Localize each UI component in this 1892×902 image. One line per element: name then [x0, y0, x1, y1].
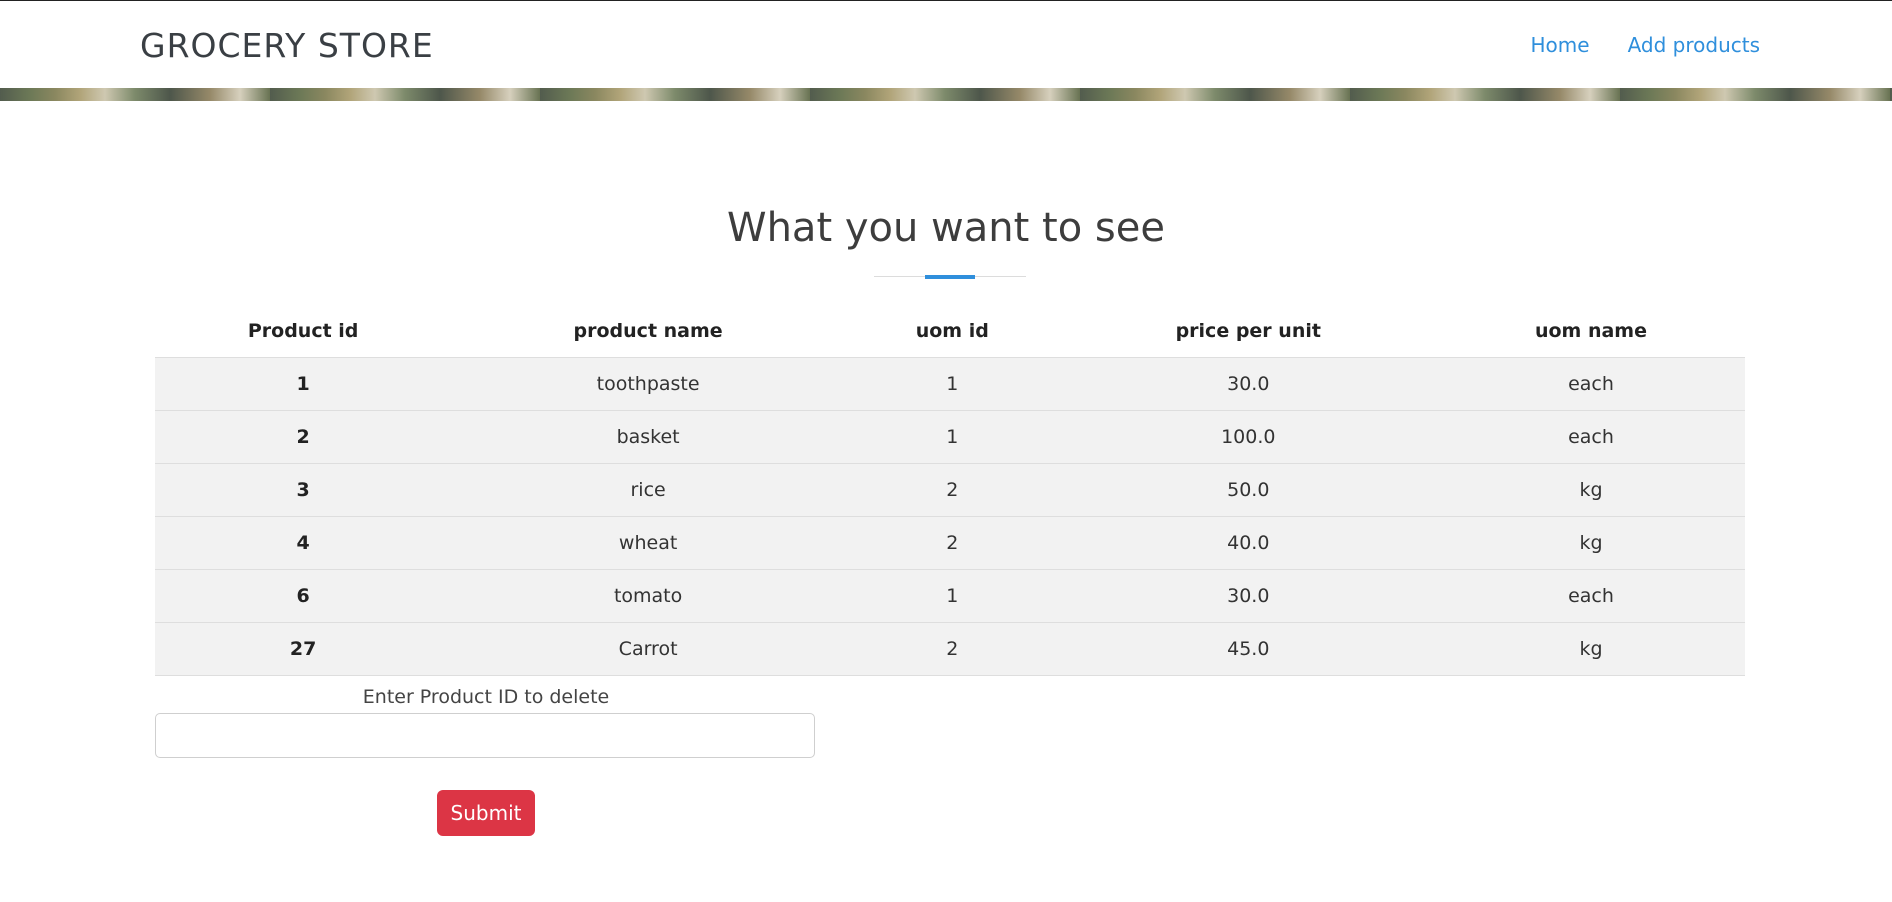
cell-price-per-unit: 45.0	[1059, 622, 1437, 676]
cell-product-name: rice	[451, 463, 845, 517]
cell-product-id: 27	[155, 622, 452, 676]
cell-product-id: 3	[155, 463, 452, 517]
table-row: 1 toothpaste 1 30.0 each	[155, 357, 1745, 411]
table-row: 3 rice 2 50.0 kg	[155, 463, 1745, 517]
cell-product-name: wheat	[451, 516, 845, 570]
delete-product-id-input[interactable]	[155, 713, 815, 758]
cell-uom-name: kg	[1436, 622, 1745, 676]
nav-add-products-link[interactable]: Add products	[1628, 33, 1760, 57]
page-title: What you want to see	[727, 205, 1165, 251]
table-row: 27 Carrot 2 45.0 kg	[155, 622, 1745, 676]
cell-price-per-unit: 30.0	[1059, 569, 1437, 623]
column-header-price-per-unit: price per unit	[1059, 305, 1437, 358]
title-divider-accent	[925, 275, 975, 279]
delete-product-id-label: Enter Product ID to delete	[362, 686, 610, 708]
table-header-row: Product id product name uom id price per…	[155, 305, 1745, 358]
cell-product-name: tomato	[451, 569, 845, 623]
cell-uom-name: kg	[1436, 463, 1745, 517]
cell-product-id: 1	[155, 357, 452, 411]
navbar: GROCERY STORE Home Add products	[0, 1, 1892, 88]
hero-banner-image	[0, 88, 1892, 101]
cell-uom-name: kg	[1436, 516, 1745, 570]
column-header-uom-name: uom name	[1436, 305, 1745, 358]
cell-product-id: 4	[155, 516, 452, 570]
column-header-uom-id: uom id	[844, 305, 1060, 358]
nav-home-link[interactable]: Home	[1531, 33, 1590, 57]
column-header-product-id: Product id	[155, 305, 452, 358]
brand-logo[interactable]: GROCERY STORE	[140, 26, 434, 65]
cell-product-name: basket	[451, 410, 845, 464]
cell-uom-name: each	[1436, 569, 1745, 623]
main-nav: Home Add products	[1531, 33, 1760, 57]
cell-uom-id: 2	[844, 622, 1060, 676]
cell-product-name: toothpaste	[451, 357, 845, 411]
cell-uom-id: 1	[844, 569, 1060, 623]
column-header-product-name: product name	[451, 305, 845, 358]
products-table: Product id product name uom id price per…	[155, 305, 1745, 676]
table-row: 6 tomato 1 30.0 each	[155, 569, 1745, 623]
cell-uom-name: each	[1436, 410, 1745, 464]
cell-price-per-unit: 50.0	[1059, 463, 1437, 517]
cell-uom-id: 2	[844, 463, 1060, 517]
cell-product-id: 2	[155, 410, 452, 464]
submit-button[interactable]: Submit	[437, 790, 535, 836]
cell-uom-id: 2	[844, 516, 1060, 570]
cell-product-id: 6	[155, 569, 452, 623]
cell-uom-id: 1	[844, 410, 1060, 464]
cell-price-per-unit: 100.0	[1059, 410, 1437, 464]
cell-price-per-unit: 40.0	[1059, 516, 1437, 570]
cell-uom-id: 1	[844, 357, 1060, 411]
cell-uom-name: each	[1436, 357, 1745, 411]
table-row: 4 wheat 2 40.0 kg	[155, 516, 1745, 570]
cell-product-name: Carrot	[451, 622, 845, 676]
table-row: 2 basket 1 100.0 each	[155, 410, 1745, 464]
cell-price-per-unit: 30.0	[1059, 357, 1437, 411]
